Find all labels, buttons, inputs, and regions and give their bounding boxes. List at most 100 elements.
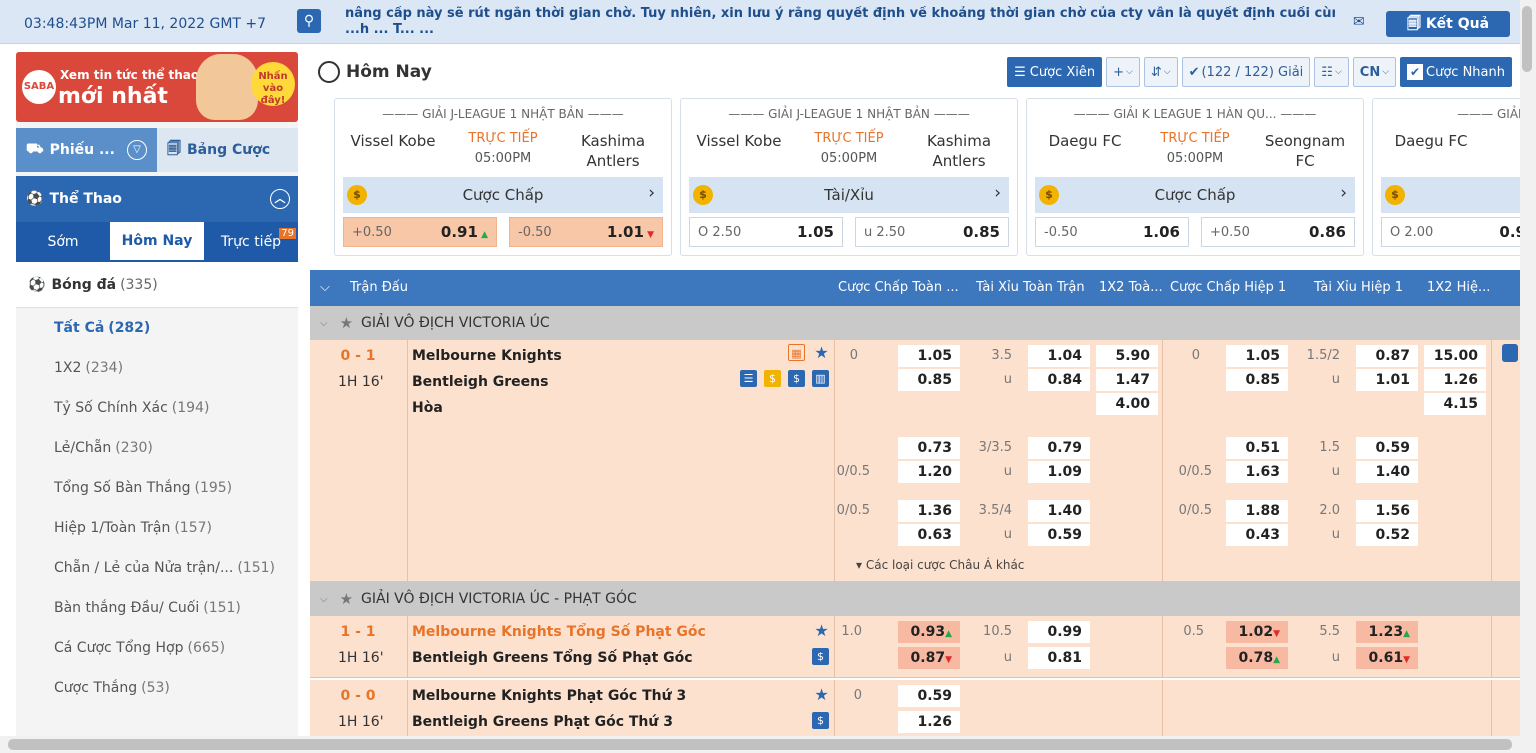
odds-cell[interactable]: 1.47: [1096, 369, 1158, 391]
card-odds-right[interactable]: -0.50 1.01 ▼: [509, 217, 663, 247]
sort-dropdown[interactable]: ⇵ ⌵: [1143, 57, 1178, 87]
card-bet-type[interactable]: $ Cược Chấp ›: [343, 177, 663, 213]
mail-icon[interactable]: ✉: [1353, 14, 1365, 30]
vertical-scroll-thumb[interactable]: [1522, 6, 1532, 72]
odds-cell[interactable]: 1.05: [1226, 345, 1288, 367]
bet-type-item[interactable]: Bàn thắng Đầu/ Cuối (151): [16, 588, 298, 628]
tab-today[interactable]: Hôm Nay: [110, 222, 204, 262]
odds-cell[interactable]: 1.26: [1424, 369, 1486, 391]
tab-live[interactable]: Trực tiếp 79: [204, 222, 298, 262]
card-bet-type[interactable]: $ Tài/Xỉu ›: [689, 177, 1009, 213]
odds-cell[interactable]: 0.52: [1356, 524, 1418, 546]
league-header[interactable]: ⌵ ★ GIẢI VÔ ĐỊCH VICTORIA ÚC - PHẠT GÓC: [310, 582, 1520, 616]
odds-cell[interactable]: 1.63: [1226, 461, 1288, 483]
odds-cell[interactable]: 0.85: [898, 369, 960, 391]
bet-type-item[interactable]: 1X2 (234): [16, 348, 298, 388]
odds-cell[interactable]: 0.99: [1028, 621, 1090, 643]
tab-bangcuoc[interactable]: 🗐 Bảng Cược: [157, 128, 298, 172]
away-team[interactable]: Bentleigh Greens: [412, 374, 548, 390]
away-team[interactable]: Bentleigh Greens Tổng Số Phạt Góc: [412, 650, 693, 666]
vertical-scrollbar[interactable]: [1520, 0, 1536, 753]
results-button[interactable]: 🗐 Kết Quả: [1386, 11, 1510, 37]
home-team[interactable]: Melbourne Knights Phạt Góc Thứ 3: [412, 688, 686, 704]
chevron-right-icon[interactable]: ›: [648, 183, 655, 203]
odds-format-dropdown[interactable]: CN ⌵: [1352, 57, 1397, 87]
collapse-icon[interactable]: ︿: [270, 189, 290, 209]
stats-grid-icon[interactable]: ▦: [788, 344, 805, 361]
parlay-button[interactable]: ☰ Cược Xiên: [1007, 57, 1103, 87]
coin-icon[interactable]: $: [764, 370, 781, 387]
tab-early[interactable]: Sớm: [16, 222, 110, 262]
odds-cell[interactable]: 0.63: [898, 524, 960, 546]
home-team[interactable]: Melbourne Knights: [412, 348, 562, 364]
odds-cell[interactable]: 0.81: [1028, 647, 1090, 669]
featured-match-card[interactable]: ——— GIẢI K LEAGUE 1 HÀN QU... ——— Daegu F…: [1026, 98, 1364, 256]
odds-cell[interactable]: 0.87: [1356, 345, 1418, 367]
bet-type-item[interactable]: Hiệp 1/Toàn Trận (157): [16, 508, 298, 548]
quick-bet-toggle[interactable]: ✔ Cược Nhanh: [1400, 57, 1512, 87]
chart-icon[interactable]: ▥: [812, 370, 829, 387]
odds-cell[interactable]: 0.61▼: [1356, 647, 1418, 669]
sport-soccer[interactable]: ⚽ Bóng đá (335): [16, 262, 298, 308]
odds-cell[interactable]: 4.00: [1096, 393, 1158, 415]
odds-cell[interactable]: 1.20: [898, 461, 960, 483]
league-header[interactable]: ⌵ ★ GIẢI VÔ ĐỊCH VICTORIA ÚC: [310, 306, 1520, 340]
odds-cell[interactable]: 1.88: [1226, 500, 1288, 522]
chevron-right-icon[interactable]: ›: [1340, 183, 1347, 203]
card-odds-left[interactable]: +0.50 0.91 ▲: [343, 217, 497, 247]
cashout-icon[interactable]: $: [788, 370, 805, 387]
expand-button[interactable]: [1502, 344, 1518, 362]
odds-cell[interactable]: 1.02▼: [1226, 621, 1288, 643]
odds-cell[interactable]: 0.84: [1028, 369, 1090, 391]
odds-cell[interactable]: 1.01: [1356, 369, 1418, 391]
chevron-down-icon[interactable]: ⌵: [320, 318, 328, 329]
odds-cell[interactable]: 0.59: [898, 685, 960, 707]
collapse-all-icon[interactable]: ⌵: [320, 280, 330, 295]
odds-cell[interactable]: 1.04: [1028, 345, 1090, 367]
odds-cell[interactable]: 4.15: [1424, 393, 1486, 415]
odds-cell[interactable]: 1.36: [898, 500, 960, 522]
card-odds-right[interactable]: +0.50 0.86: [1201, 217, 1355, 247]
odds-cell[interactable]: 1.26: [898, 711, 960, 733]
tab-phieu[interactable]: ⛟ Phiếu ... ▽: [16, 128, 157, 172]
away-team[interactable]: Bentleigh Greens Phạt Góc Thứ 3: [412, 714, 673, 730]
odds-cell[interactable]: 0.51: [1226, 437, 1288, 459]
star-icon[interactable]: ★: [340, 590, 353, 608]
odds-cell[interactable]: 1.09: [1028, 461, 1090, 483]
odds-cell[interactable]: 0.78▲: [1226, 647, 1288, 669]
horizontal-scroll-thumb[interactable]: [8, 739, 1512, 750]
cashout-icon[interactable]: $: [812, 712, 829, 729]
home-team[interactable]: Melbourne Knights Tổng Số Phạt Góc: [412, 624, 706, 640]
odds-cell[interactable]: 0.59: [1356, 437, 1418, 459]
card-odds-left[interactable]: O 2.00 0.9: [1381, 217, 1520, 247]
add-dropdown[interactable]: + ⌵: [1106, 57, 1140, 87]
card-bet-type[interactable]: $›: [1381, 177, 1520, 213]
odds-cell[interactable]: 0.93▲: [898, 621, 960, 643]
odds-cell[interactable]: 5.90: [1096, 345, 1158, 367]
more-asian-bets-link[interactable]: ▾ Các loại cược Châu Á khác: [856, 558, 1024, 572]
bet-type-item[interactable]: Cược Thắng (53): [16, 668, 298, 708]
chevron-down-icon[interactable]: ⌵: [320, 594, 328, 605]
bet-type-item[interactable]: Lẻ/Chẵn (230): [16, 428, 298, 468]
odds-cell[interactable]: 0.43: [1226, 524, 1288, 546]
odds-cell[interactable]: 1.56: [1356, 500, 1418, 522]
bet-type-item[interactable]: Tất Cả (282): [16, 308, 298, 348]
odds-cell[interactable]: 0.59: [1028, 524, 1090, 546]
search-button[interactable]: ⚲: [297, 9, 321, 33]
odds-cell[interactable]: 0.73: [898, 437, 960, 459]
bet-type-item[interactable]: Cá Cược Tổng Hợp (665): [16, 628, 298, 668]
card-bet-type[interactable]: $ Cược Chấp ›: [1035, 177, 1355, 213]
chevron-right-icon[interactable]: ›: [994, 183, 1001, 203]
star-icon[interactable]: ★: [340, 314, 353, 332]
bet-type-item[interactable]: Tỷ Số Chính Xác (194): [16, 388, 298, 428]
card-odds-left[interactable]: O 2.50 1.05: [689, 217, 843, 247]
view-dropdown[interactable]: ☷ ⌵: [1314, 57, 1349, 87]
bet-type-item[interactable]: Chẵn / Lẻ của Nửa trận/... (151): [16, 548, 298, 588]
odds-cell[interactable]: 1.40: [1028, 500, 1090, 522]
odds-cell[interactable]: 1.40: [1356, 461, 1418, 483]
odds-cell[interactable]: 15.00: [1424, 345, 1486, 367]
odds-cell[interactable]: 1.05: [898, 345, 960, 367]
draw-label[interactable]: Hòa: [412, 400, 443, 416]
odds-cell[interactable]: 0.87▼: [898, 647, 960, 669]
odds-cell[interactable]: 0.85: [1226, 369, 1288, 391]
